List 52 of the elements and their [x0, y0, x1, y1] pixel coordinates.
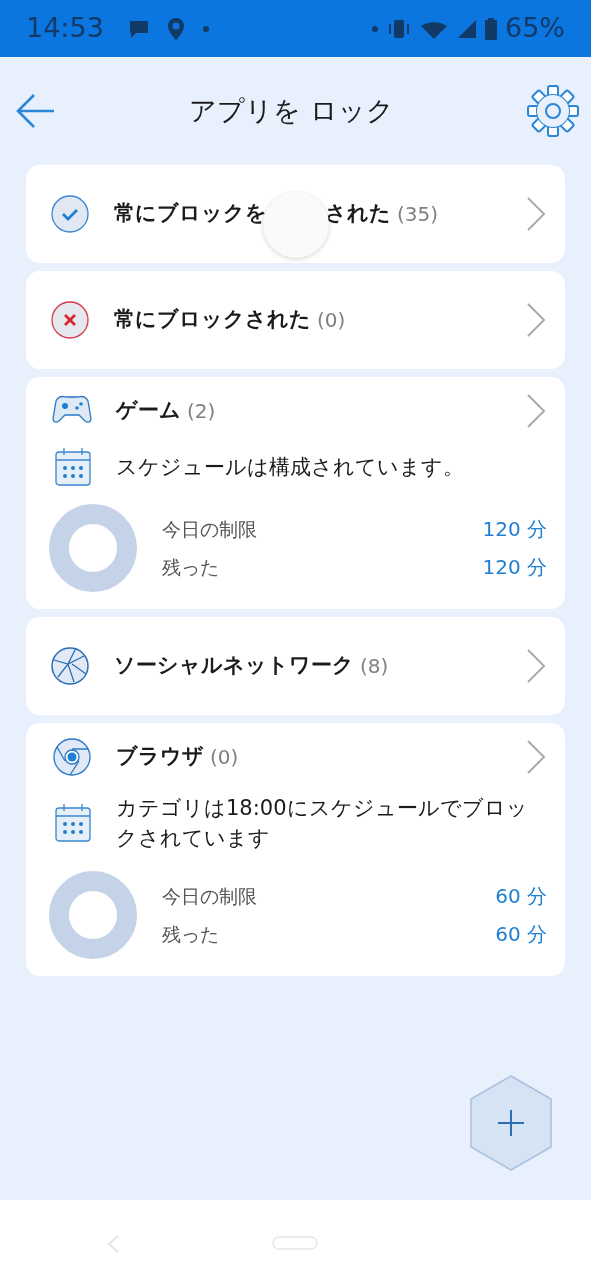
- chevron-right-icon: [525, 739, 547, 775]
- chevron-right-icon: [525, 648, 547, 684]
- check-circle-icon: [50, 194, 90, 234]
- globe-icon: [50, 646, 90, 686]
- app-count: (35): [397, 201, 439, 228]
- dot-icon: [371, 24, 379, 33]
- vibrate-icon: [387, 18, 411, 39]
- clock-text: 14:53: [26, 11, 104, 46]
- calendar-icon: [54, 447, 92, 487]
- browser-icon: [52, 737, 92, 777]
- limit-value: 60 分: [495, 882, 547, 910]
- category-title: 常にブロックされた: [114, 306, 311, 334]
- category-title: された: [325, 200, 391, 228]
- settings-button[interactable]: [527, 85, 579, 137]
- location-icon: [165, 16, 186, 41]
- home-nav-icon[interactable]: [272, 1236, 318, 1250]
- chevron-right-icon: [525, 196, 547, 232]
- category-title: 常にブロックを: [114, 200, 267, 228]
- donut-chart-icon: [48, 503, 138, 593]
- remaining-value: 120 分: [482, 554, 547, 581]
- chevron-right-icon: [525, 393, 547, 429]
- category-title: ソーシャルネットワーク: [114, 652, 354, 680]
- battery-text: 65%: [505, 11, 565, 46]
- back-nav-icon[interactable]: [106, 1234, 120, 1254]
- page-title: アプリを ロック: [189, 93, 394, 128]
- category-title: ブラウザ: [116, 743, 204, 771]
- limit-value: 120 分: [482, 516, 547, 543]
- remaining-value: 60 分: [495, 920, 547, 948]
- category-card[interactable]: ソーシャルネットワーク (8): [26, 617, 565, 715]
- app-count: (0): [210, 744, 239, 771]
- schedule-text: カテゴリは18:00にスケジュールでブロックされています: [116, 795, 529, 853]
- category-card[interactable]: ゲーム (2) スケジュールは構成されています。 今日の制限 120 分 残った 120 分: [26, 377, 565, 609]
- category-title: ゲーム: [116, 397, 181, 425]
- app-count: (2): [187, 398, 216, 425]
- signal-icon: [457, 18, 477, 39]
- back-button[interactable]: [16, 93, 56, 129]
- remaining-label: 残った: [162, 554, 219, 580]
- remaining-label: 残った: [162, 921, 219, 947]
- category-card[interactable]: ブラウザ (0) カテゴリは18:00にスケジュールでブロックされています 今日の制限 60 分 残った 60 分: [26, 723, 565, 976]
- category-card[interactable]: 常にブロックされた (0): [26, 271, 565, 369]
- dot-icon: [201, 24, 210, 33]
- category-card[interactable]: 常にブロックを された (35): [26, 165, 565, 263]
- app-count: (0): [317, 307, 346, 334]
- calendar-icon: [54, 803, 92, 844]
- chevron-right-icon: [525, 302, 547, 338]
- limit-label: 今日の制限: [162, 883, 257, 909]
- schedule-text: スケジュールは構成されています。: [116, 453, 464, 481]
- app-count: (8): [360, 653, 389, 680]
- cross-circle-icon: [50, 300, 90, 340]
- battery-icon: [485, 17, 497, 40]
- donut-chart-icon: [48, 869, 138, 960]
- limit-label: 今日の制限: [162, 516, 257, 542]
